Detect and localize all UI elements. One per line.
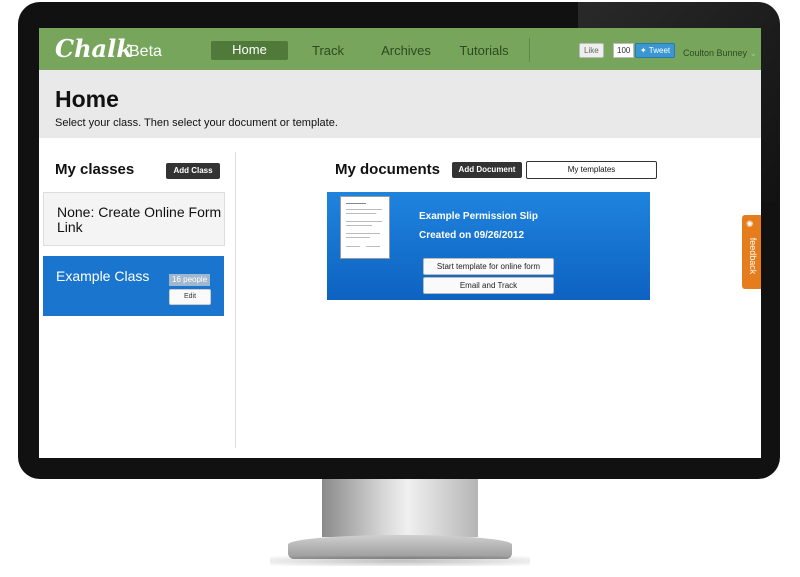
class-card-none[interactable]: None: Create Online Form Link (43, 192, 225, 246)
document-created-date: Created on 09/26/2012 (419, 230, 525, 241)
document-thumbnail[interactable] (340, 196, 390, 259)
top-nav-bar: Chalk Beta Home Track Archives Tutorials… (39, 28, 761, 70)
start-template-button[interactable]: Start template for online form (423, 258, 554, 275)
class-card-label: Example Class (56, 268, 150, 284)
feedback-tab[interactable]: ✺ feedback (742, 215, 761, 289)
nav-divider (529, 38, 530, 62)
document-card[interactable]: Example Permission Slip Created on 09/26… (327, 192, 650, 300)
nav-home[interactable]: Home (211, 41, 288, 60)
app-logo-suffix: Beta (129, 43, 162, 60)
add-document-button[interactable]: Add Document (452, 162, 522, 178)
monitor-stand-neck (322, 479, 478, 537)
monitor-shadow (270, 556, 530, 566)
like-button[interactable]: Like (579, 43, 604, 58)
user-menu[interactable]: Coulton Bunney ⌄ (683, 48, 757, 59)
email-and-track-button[interactable]: Email and Track (423, 277, 554, 294)
page-subtitle: Select your class. Then select your docu… (55, 117, 338, 129)
nav-archives[interactable]: Archives (372, 42, 440, 60)
add-class-button[interactable]: Add Class (166, 163, 220, 179)
page-title: Home (55, 86, 119, 112)
column-divider (235, 152, 236, 448)
class-card-label: None: Create Online Form Link (57, 204, 222, 235)
tweet-button[interactable]: ✦ Tweet (635, 43, 676, 58)
classes-title: My classes (55, 161, 135, 178)
like-label: Like (584, 46, 599, 55)
app-logo[interactable]: Chalk (55, 34, 133, 63)
feedback-label: feedback (748, 237, 758, 275)
edit-class-button[interactable]: Edit (169, 289, 211, 305)
like-count: 100 (613, 43, 635, 58)
nav-track[interactable]: Track (297, 42, 359, 60)
documents-title: My documents (335, 161, 441, 178)
people-count-badge: 16 people (169, 274, 211, 286)
tweet-label: Tweet (648, 46, 671, 55)
my-templates-button[interactable]: My templates (526, 161, 657, 179)
monitor-screen: Chalk Beta Home Track Archives Tutorials… (39, 28, 761, 458)
user-name: Coulton Bunney (683, 48, 748, 58)
chevron-down-icon: ⌄ (749, 48, 758, 58)
twitter-bird-icon: ✦ (640, 46, 649, 55)
class-card-example[interactable]: Example Class 16 people Edit (43, 256, 224, 316)
page-header: Home Select your class. Then select your… (39, 70, 761, 138)
document-name: Example Permission Slip (419, 211, 538, 222)
nav-tutorials[interactable]: Tutorials (450, 42, 518, 60)
